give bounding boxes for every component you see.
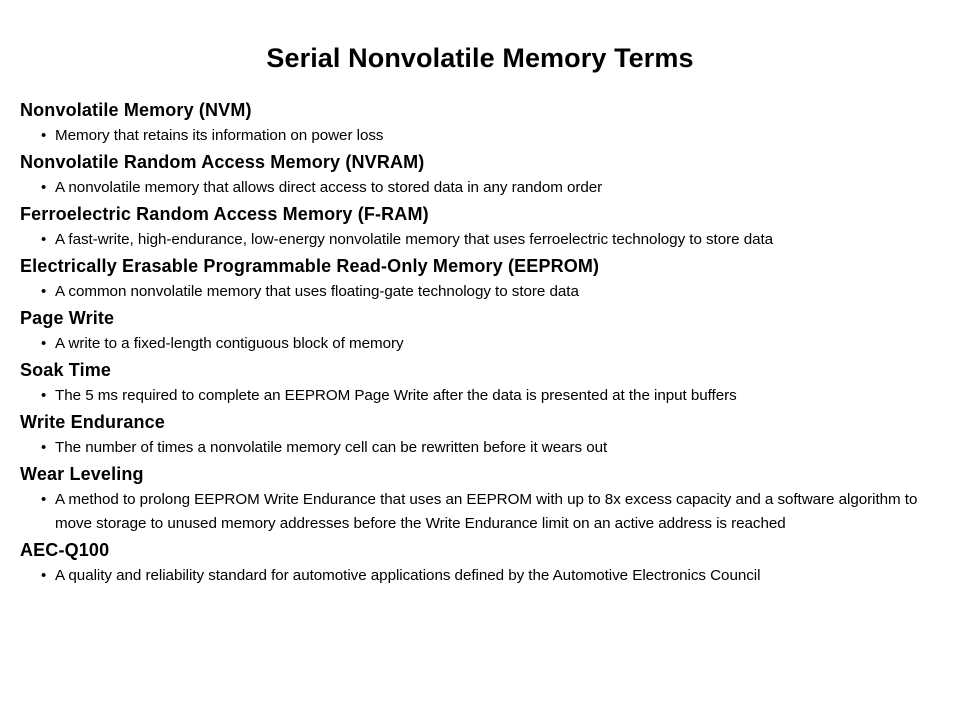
term-definition: A quality and reliability standard for a… [55, 567, 761, 584]
term-definition: A common nonvolatile memory that uses fl… [55, 283, 579, 300]
term-name: Wear Leveling [20, 464, 144, 484]
bullet-icon: • [41, 387, 47, 404]
glossary-term: Ferroelectric Random Access Memory (F-RA… [20, 200, 940, 252]
term-definition: A fast-write, high-endurance, low-energy… [55, 231, 774, 248]
term-definition: A nonvolatile memory that allows direct … [55, 179, 603, 196]
bullet-icon: • [41, 491, 47, 508]
bullet-icon: • [41, 335, 47, 352]
glossary-term: Electrically Erasable Programmable Read-… [20, 252, 940, 304]
term-definition-row: • A nonvolatile memory that allows direct… [20, 176, 940, 200]
bullet-icon: • [41, 567, 47, 584]
term-definition-row: • A quality and reliability standard for … [20, 564, 940, 588]
glossary-term: Wear Leveling • A method to prolong EEPROM… [20, 460, 940, 536]
glossary-term-list: Nonvolatile Memory (NVM) • Memory that ret… [20, 96, 940, 588]
term-definition-row: • The number of times a nonvolatile memor… [20, 436, 940, 460]
bullet-icon: • [41, 283, 47, 300]
bullet-icon: • [41, 127, 47, 144]
term-name: Ferroelectric Random Access Memory (F-RA… [20, 204, 429, 224]
term-name: Soak Time [20, 360, 112, 380]
term-definition-row: • A common nonvolatile memory that uses f… [20, 280, 940, 304]
term-name: Nonvolatile Random Access Memory (NVRAM) [20, 152, 425, 172]
term-definition: A method to prolong EEPROM Write Enduran… [55, 491, 918, 532]
term-definition-row: • A fast-write, high-endurance, low-energ… [20, 228, 940, 252]
term-name: Nonvolatile Memory (NVM) [20, 100, 252, 120]
term-definition-row: • The 5 ms required to complete an EEPROM… [20, 384, 940, 408]
page-title: Serial Nonvolatile Memory Terms [266, 43, 694, 73]
term-definition: Memory that retains its information on p… [55, 127, 384, 144]
bullet-icon: • [41, 439, 47, 456]
term-definition: The 5 ms required to complete an EEPROM … [55, 387, 737, 404]
glossary-term: Page Write • A write to a fixed-length con… [20, 304, 940, 356]
glossary-term: Write Endurance • The number of times a no… [20, 408, 940, 460]
glossary-term: AEC-Q100 • A quality and reliability stand… [20, 536, 940, 588]
term-name: AEC-Q100 [20, 540, 110, 560]
term-name: Page Write [20, 308, 115, 328]
glossary-term: Soak Time • The 5 ms required to complete … [20, 356, 940, 408]
term-definition: The number of times a nonvolatile memory… [55, 439, 608, 456]
term-definition: A write to a fixed-length contiguous blo… [55, 335, 404, 352]
bullet-icon: • [41, 231, 47, 248]
term-name: Write Endurance [20, 412, 165, 432]
term-definition-row: • Memory that retains its information on … [20, 124, 940, 148]
bullet-icon: • [41, 179, 47, 196]
term-name: Electrically Erasable Programmable Read-… [20, 256, 600, 276]
slide-canvas: Serial Nonvolatile Memory Terms Nonvolat… [0, 0, 960, 720]
glossary-term: Nonvolatile Memory (NVM) • Memory that ret… [20, 96, 940, 148]
term-definition-row: • A write to a fixed-length contiguous bl… [20, 332, 940, 356]
term-definition-row: • A method to prolong EEPROM Write Endura… [20, 488, 940, 536]
glossary-term: Nonvolatile Random Access Memory (NVRAM)… [20, 148, 940, 200]
